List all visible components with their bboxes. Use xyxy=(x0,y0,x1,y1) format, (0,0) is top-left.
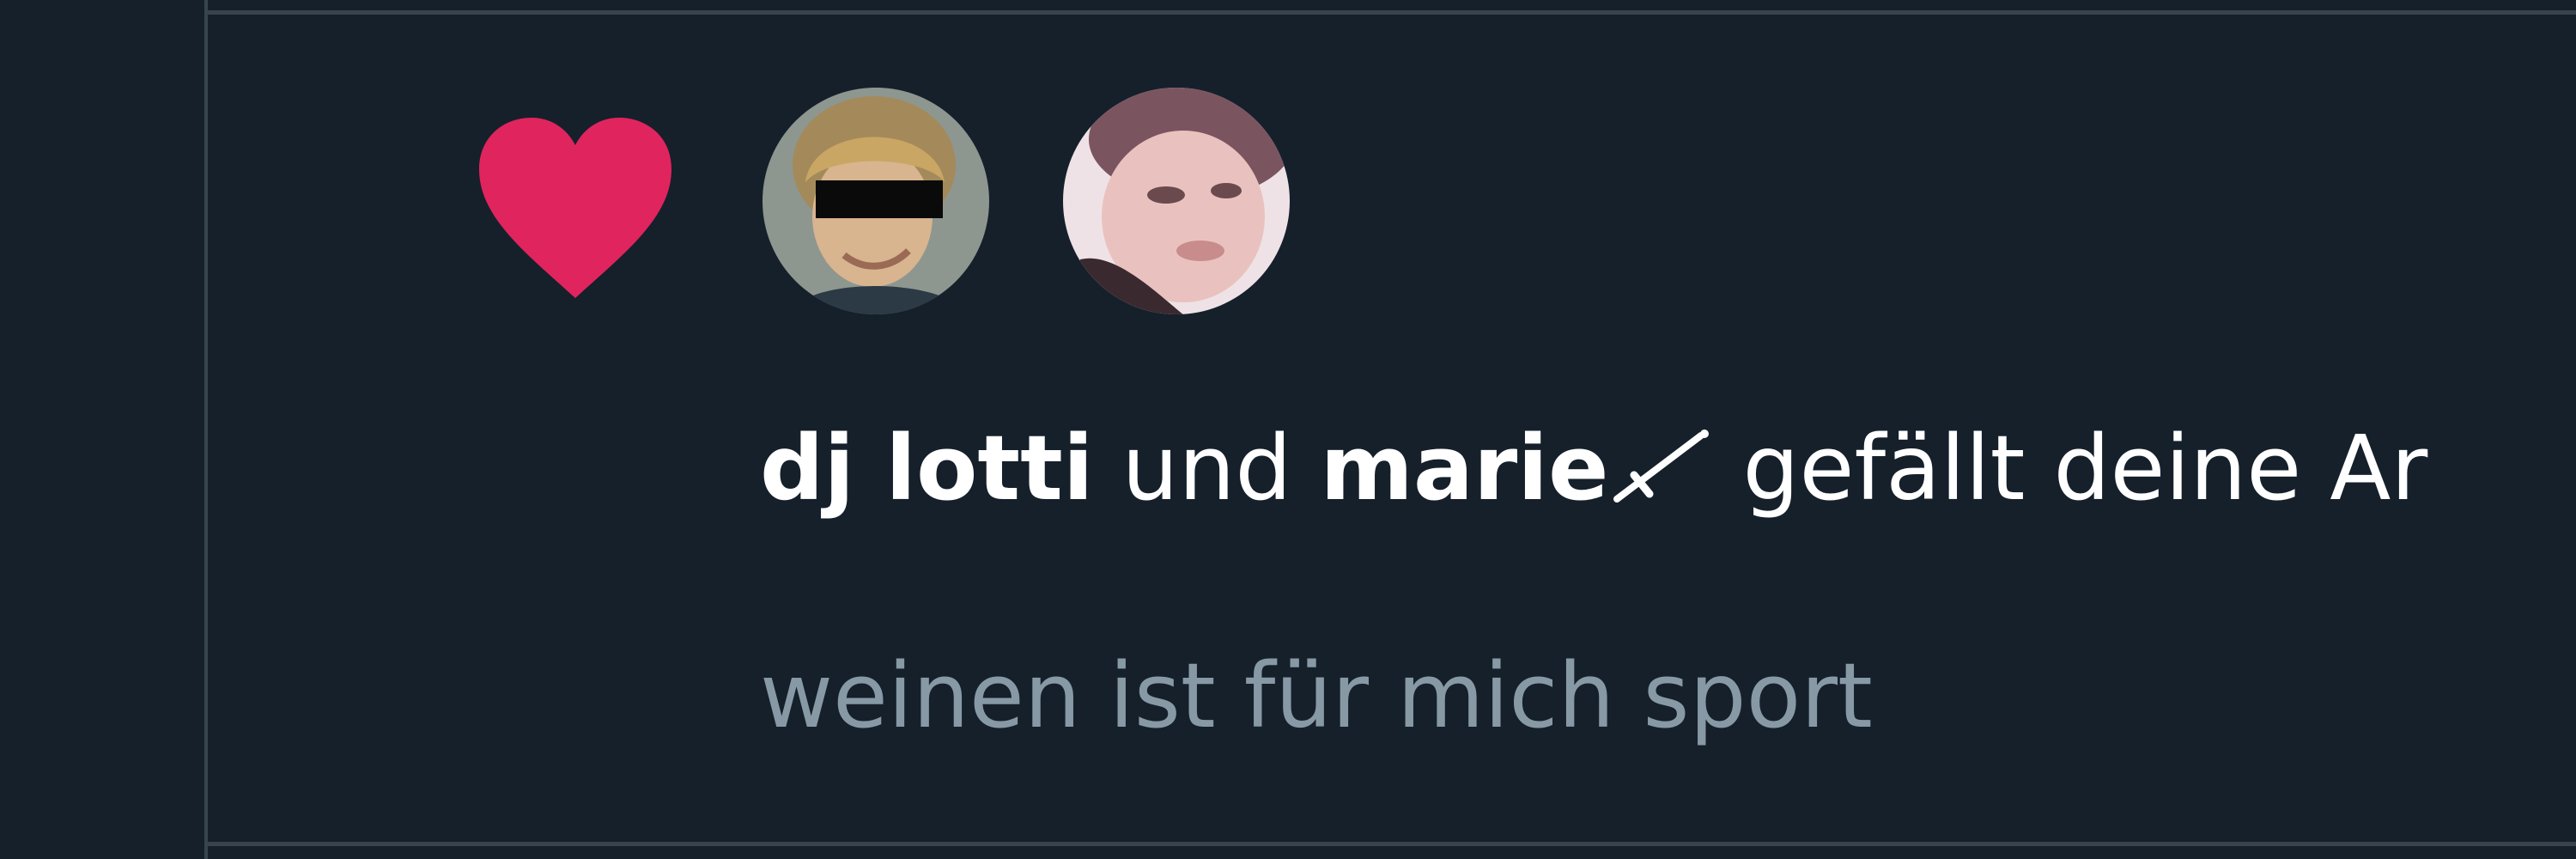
avatar-dj-lotti[interactable] xyxy=(762,88,989,314)
liked-tweet-preview[interactable]: weinen ist für mich sport xyxy=(760,640,1873,752)
left-gutter xyxy=(0,0,204,859)
user-name-marie[interactable]: marie xyxy=(1320,416,1608,521)
bottom-divider xyxy=(208,842,2576,846)
avatar-marie[interactable] xyxy=(1063,88,1290,314)
user-name-dj-lotti[interactable]: dj lotti xyxy=(760,416,1093,521)
sword-icon xyxy=(1613,430,1710,503)
avatar-user-1-image xyxy=(762,88,989,314)
conjunction-text: und xyxy=(1121,416,1292,521)
action-text: gefällt deine Ar xyxy=(1742,416,2428,521)
avatar-user-2-image xyxy=(1063,88,1290,314)
notification-message: dj lotti und marie gefällt deine Ar xyxy=(760,412,2427,524)
heart-icon xyxy=(479,118,671,298)
